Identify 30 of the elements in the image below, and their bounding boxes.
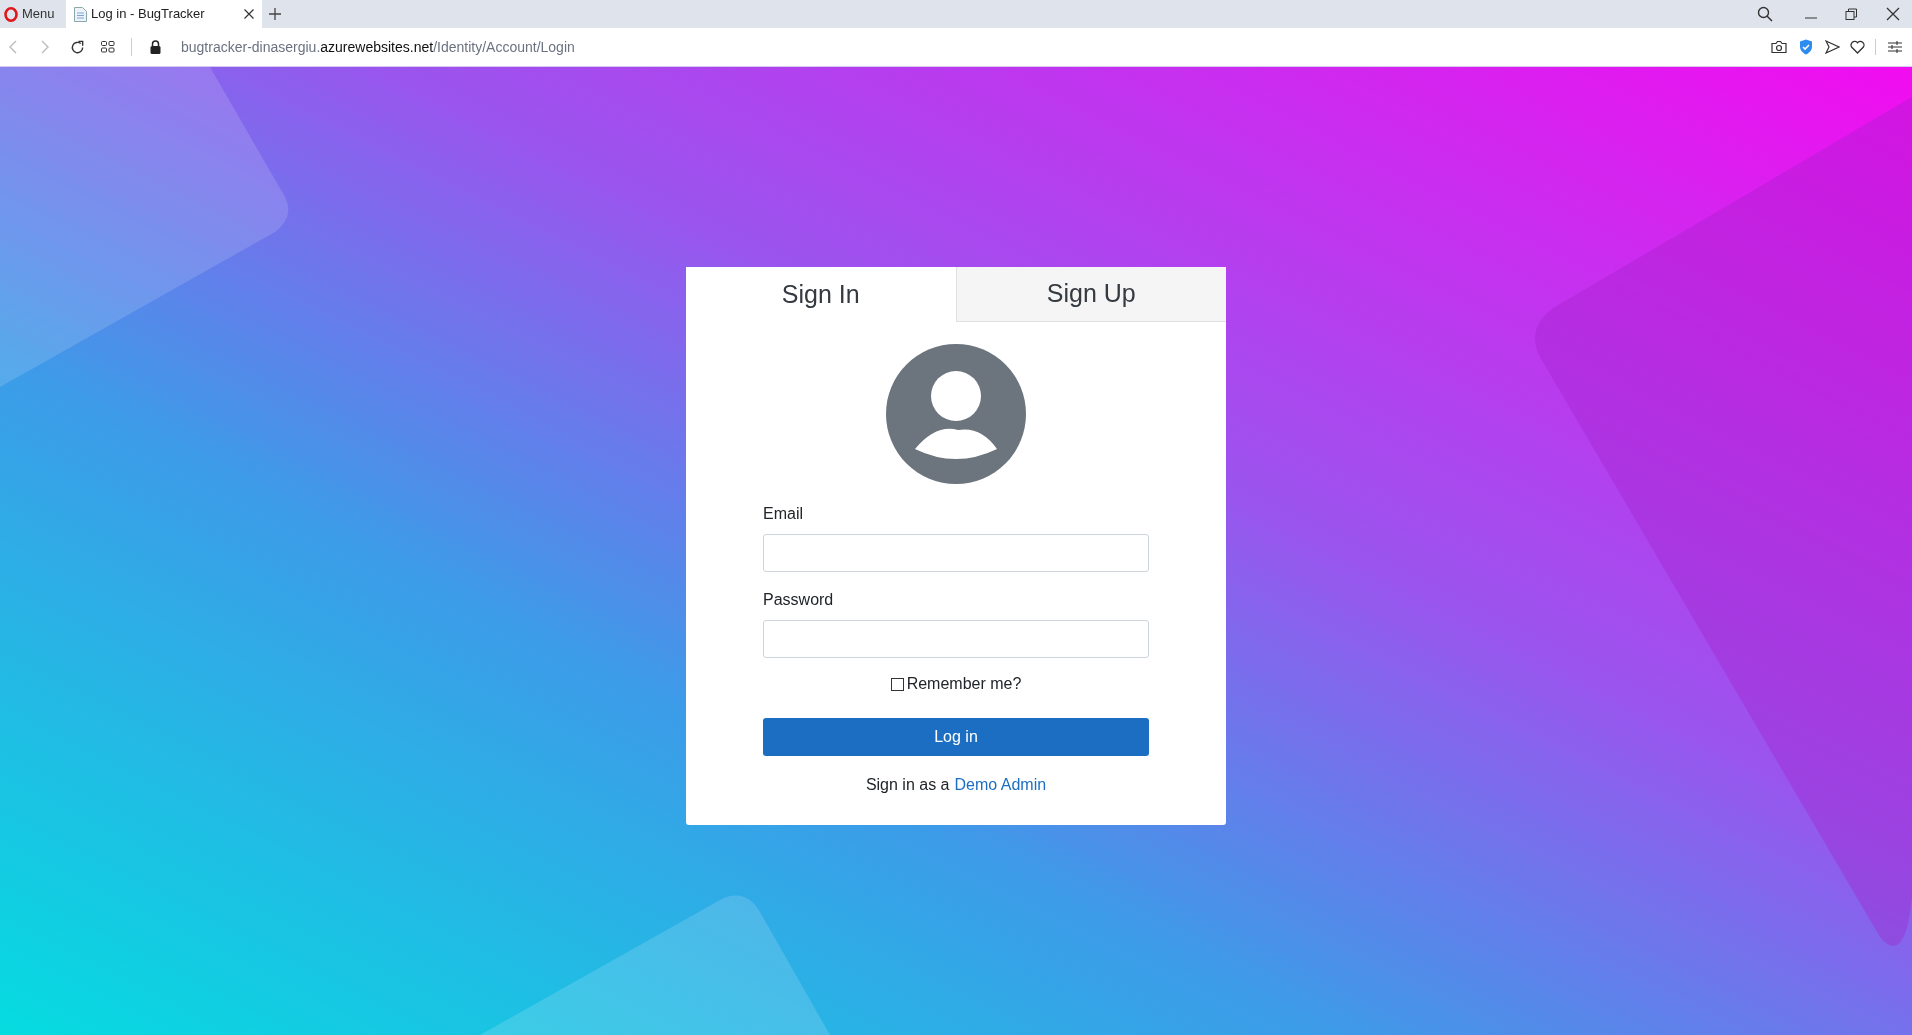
input-field[interactable]: [763, 534, 1149, 572]
shield-icon[interactable]: [1799, 39, 1813, 55]
demo-text: Sign in as a: [865, 775, 950, 795]
browser-tab[interactable]: Log in - BugTracker: [66, 0, 262, 28]
page-icon: [74, 6, 87, 22]
plus-icon[interactable]: [268, 7, 282, 21]
avatar-icon: [886, 344, 1026, 484]
close-icon[interactable]: [244, 9, 254, 19]
grid-icon[interactable]: [101, 41, 115, 53]
demo-admin-link[interactable]: Demo Admin: [954, 773, 1047, 797]
minimize-icon[interactable]: [1805, 16, 1817, 20]
opera-logo-icon: [4, 6, 18, 22]
close-icon[interactable]: [1886, 7, 1900, 21]
camera-icon[interactable]: [1771, 40, 1787, 54]
restore-icon[interactable]: [1845, 7, 1858, 21]
lock-icon: [150, 40, 161, 54]
field-label: Email: [763, 504, 804, 524]
heart-icon[interactable]: [1850, 40, 1865, 54]
address-field[interactable]: bugtracker-dinasergiu.azurewebsites.net/Identity/Account/Login: [181, 36, 575, 58]
reload-icon[interactable]: [70, 39, 85, 55]
menu-button[interactable]: Menu: [0, 0, 66, 28]
search-icon[interactable]: [1757, 6, 1773, 22]
send-icon[interactable]: [1825, 40, 1840, 54]
checkbox-label: Remember me?: [906, 674, 1022, 694]
login-button[interactable]: Log in: [763, 718, 1149, 756]
input-field[interactable]: [763, 620, 1149, 658]
field-label: Password: [763, 590, 835, 610]
settings-icon[interactable]: [1888, 41, 1902, 53]
form-tab[interactable]: Sign Up: [955, 267, 1226, 322]
checkbox[interactable]: [890, 677, 904, 691]
